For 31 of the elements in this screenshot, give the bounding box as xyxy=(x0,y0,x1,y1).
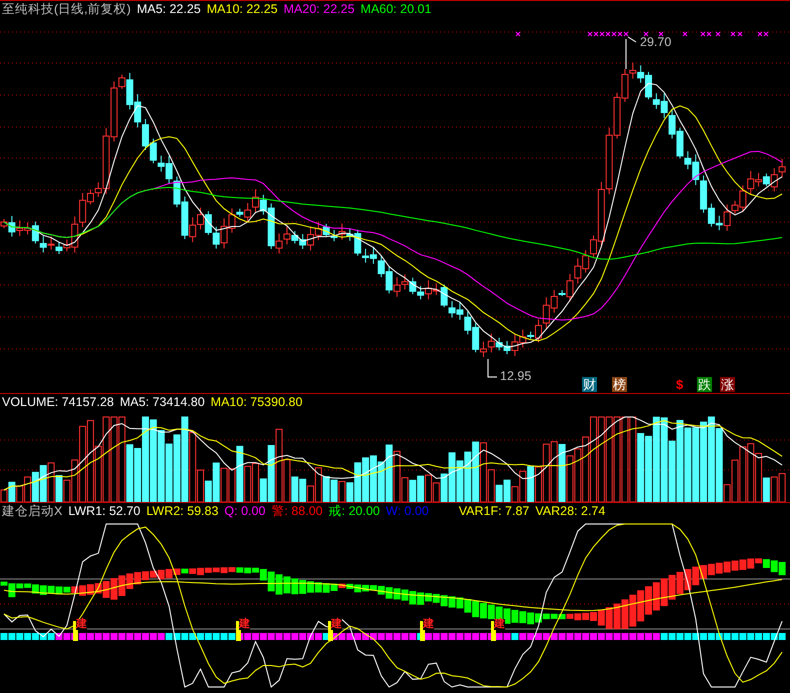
legend-label: MA10: 75390.80 xyxy=(210,395,302,409)
legend-label: 戒: 20.00 xyxy=(328,502,380,520)
signal-badge: 榜 xyxy=(612,377,627,392)
legend-label: VAR1F: 7.87 xyxy=(458,504,530,518)
legend-label: MA5: 22.25 xyxy=(136,2,201,16)
legend-label: Q: 0.00 xyxy=(224,504,266,518)
signal-badge: 跌 xyxy=(697,377,712,392)
price-label: 12.95 xyxy=(500,369,532,383)
legend-label: MA20: 22.25 xyxy=(284,2,355,16)
legend-label: W: 0.00 xyxy=(386,504,429,518)
signal-badge: 涨 xyxy=(720,377,735,392)
marker-label: 建 xyxy=(423,619,434,630)
signal-label: $ xyxy=(675,377,684,392)
legend-label: MA60: 20.01 xyxy=(360,2,432,16)
legend-label: LWR2: 59.83 xyxy=(146,504,218,518)
legend-label: 至纯科技(日线,前复权) xyxy=(2,0,131,18)
marker-label: 建 xyxy=(494,619,505,630)
legend-label: VOLUME: 74157.28 xyxy=(2,395,114,409)
marker-label: 建 xyxy=(331,619,342,630)
leader-line xyxy=(488,358,498,378)
marker-label: 建 xyxy=(76,619,87,630)
marker-label: 建 xyxy=(239,619,250,630)
price-label: 29.70 xyxy=(640,35,672,49)
legend-label: MA5: 73414.80 xyxy=(120,395,205,409)
legend-label: LWR1: 52.70 xyxy=(68,504,140,518)
signal-badge: 财 xyxy=(582,377,597,392)
legend-label: VAR28: 2.74 xyxy=(535,504,606,518)
legend-label: 警: 88.00 xyxy=(271,502,323,520)
legend-label: MA10: 22.25 xyxy=(206,2,278,16)
leader-line xyxy=(626,36,636,70)
legend-label: 建仓启动X xyxy=(2,502,62,520)
